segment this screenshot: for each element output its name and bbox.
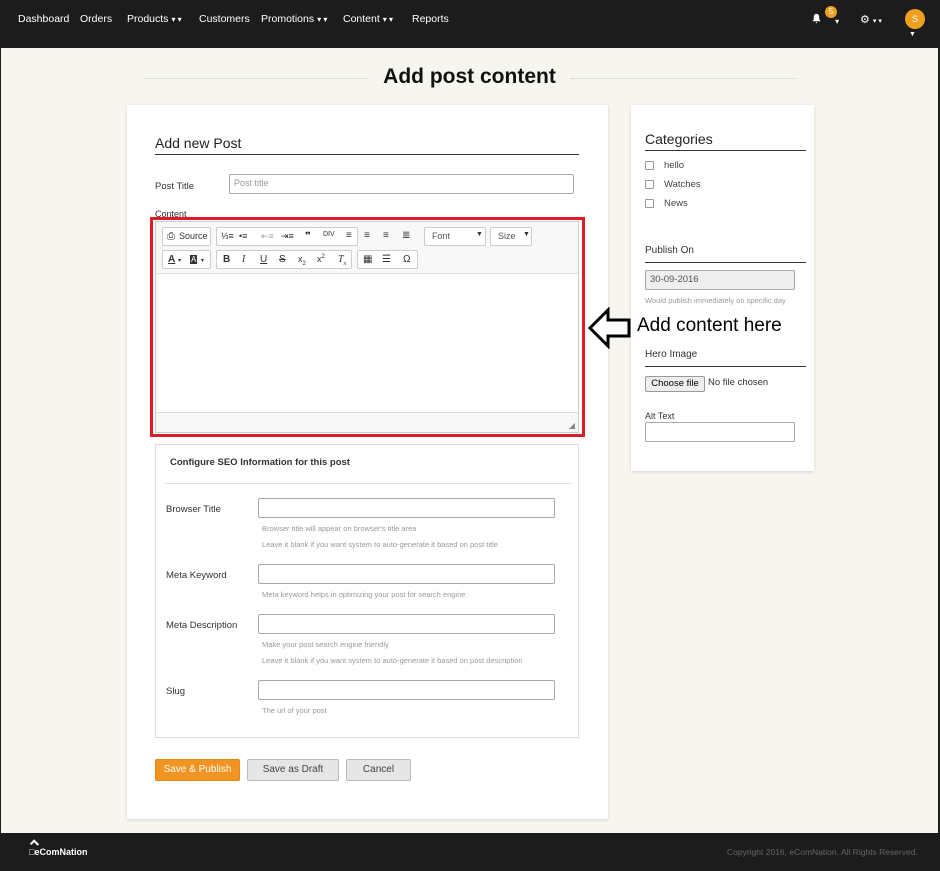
- category-label-watches: Watches: [664, 179, 701, 190]
- browser-title-label: Browser Title: [166, 504, 221, 515]
- category-label-hello: hello: [664, 160, 685, 171]
- slug-label: Slug: [166, 686, 186, 697]
- top-nav: Dashboard Orders Products ▾ ▾ Customers P…: [1, 1, 938, 48]
- slug-input[interactable]: [258, 680, 555, 700]
- meta-description-input[interactable]: [258, 614, 555, 634]
- editor-highlight-box: [150, 217, 585, 437]
- cancel-button[interactable]: Cancel: [346, 759, 411, 781]
- footer-logo: □eComNation: [29, 847, 88, 857]
- publish-on-heading: Publish On: [645, 245, 694, 256]
- nav-promotions[interactable]: Promotions ▾ ▾: [261, 13, 327, 25]
- chevron-down-icon: ▾ ▾: [171, 15, 182, 24]
- category-checkbox-hello[interactable]: [645, 161, 654, 170]
- meta-keyword-input[interactable]: [258, 564, 555, 584]
- browser-title-input[interactable]: [258, 498, 555, 518]
- chevron-down-icon: ▾: [835, 17, 840, 26]
- no-file-label: No file chosen: [708, 377, 769, 388]
- hero-image-heading: Hero Image: [645, 349, 698, 360]
- left-arrow-icon: [588, 307, 631, 349]
- nav-content[interactable]: Content ▾ ▾: [343, 13, 393, 25]
- publish-date-input[interactable]: 30-09-2016: [645, 270, 795, 290]
- publish-on-rule: [645, 262, 806, 263]
- form-heading: Add new Post: [155, 135, 242, 151]
- browser-title-hint: Browser title will appear on browser's t…: [262, 524, 417, 533]
- choose-file-button[interactable]: Choose file: [645, 376, 705, 392]
- alt-text-input[interactable]: [645, 422, 795, 442]
- form-heading-rule: [155, 154, 579, 155]
- publish-hint: Would publish immediately on specific da…: [645, 296, 786, 305]
- alt-text-label: Alt Text: [645, 411, 675, 421]
- chevron-down-icon: ▾ ▾: [872, 18, 882, 25]
- slug-hint: The url of your post: [262, 706, 327, 715]
- gear-icon[interactable]: ⚙ ▾ ▾: [860, 13, 882, 26]
- nav-dashboard[interactable]: Dashboard: [18, 13, 69, 25]
- meta-description-hint-2: Leave it blank if you want system to aut…: [262, 656, 523, 665]
- page-title-text: Add post content: [369, 65, 570, 88]
- chevron-down-icon: ▼: [909, 31, 916, 38]
- categories-heading: Categories: [645, 131, 713, 147]
- save-publish-button[interactable]: Save & Publish: [155, 759, 240, 781]
- category-label-news: News: [664, 198, 688, 209]
- nav-customers[interactable]: Customers: [199, 13, 250, 25]
- post-title-input[interactable]: Post title: [229, 174, 574, 194]
- hero-image-rule: [645, 366, 806, 367]
- footer-brand: eComNation: [34, 847, 88, 857]
- meta-keyword-label: Meta Keyword: [166, 570, 227, 581]
- post-title-label: Post Title: [155, 181, 195, 192]
- category-checkbox-watches[interactable]: [645, 180, 654, 189]
- nav-promotions-label: Promotions: [261, 13, 315, 25]
- categories-rule: [645, 150, 806, 151]
- category-checkbox-news[interactable]: [645, 199, 654, 208]
- nav-products[interactable]: Products ▾ ▾: [127, 13, 182, 25]
- browser-title-hint-2: Leave it blank if you want system to aut…: [262, 540, 498, 549]
- nav-reports[interactable]: Reports: [412, 13, 449, 25]
- chevron-down-icon: ▾ ▾: [382, 15, 394, 24]
- seo-heading: Configure SEO Information for this post: [170, 457, 350, 468]
- meta-description-label: Meta Description: [166, 620, 238, 631]
- seo-rule: [165, 483, 573, 484]
- chevron-down-icon: ▾ ▾: [317, 15, 328, 24]
- nav-content-label: Content: [343, 13, 380, 25]
- annotation-text: Add content here: [637, 315, 782, 336]
- meta-description-hint: Make your post search engine friendly: [262, 640, 389, 649]
- page-title: Add post content: [1, 65, 938, 89]
- meta-keyword-hint: Meta keyword helps in optimizing your po…: [262, 590, 466, 599]
- page-frame: Dashboard Orders Products ▾ ▾ Customers P…: [1, 1, 938, 870]
- nav-orders[interactable]: Orders: [80, 13, 112, 25]
- notification-badge: 5: [825, 6, 837, 18]
- avatar[interactable]: S: [905, 9, 925, 29]
- footer-copyright: Copyright 2016, eComNation. All Rights R…: [727, 847, 918, 857]
- save-draft-button[interactable]: Save as Draft: [247, 759, 339, 781]
- nav-products-label: Products: [127, 13, 169, 25]
